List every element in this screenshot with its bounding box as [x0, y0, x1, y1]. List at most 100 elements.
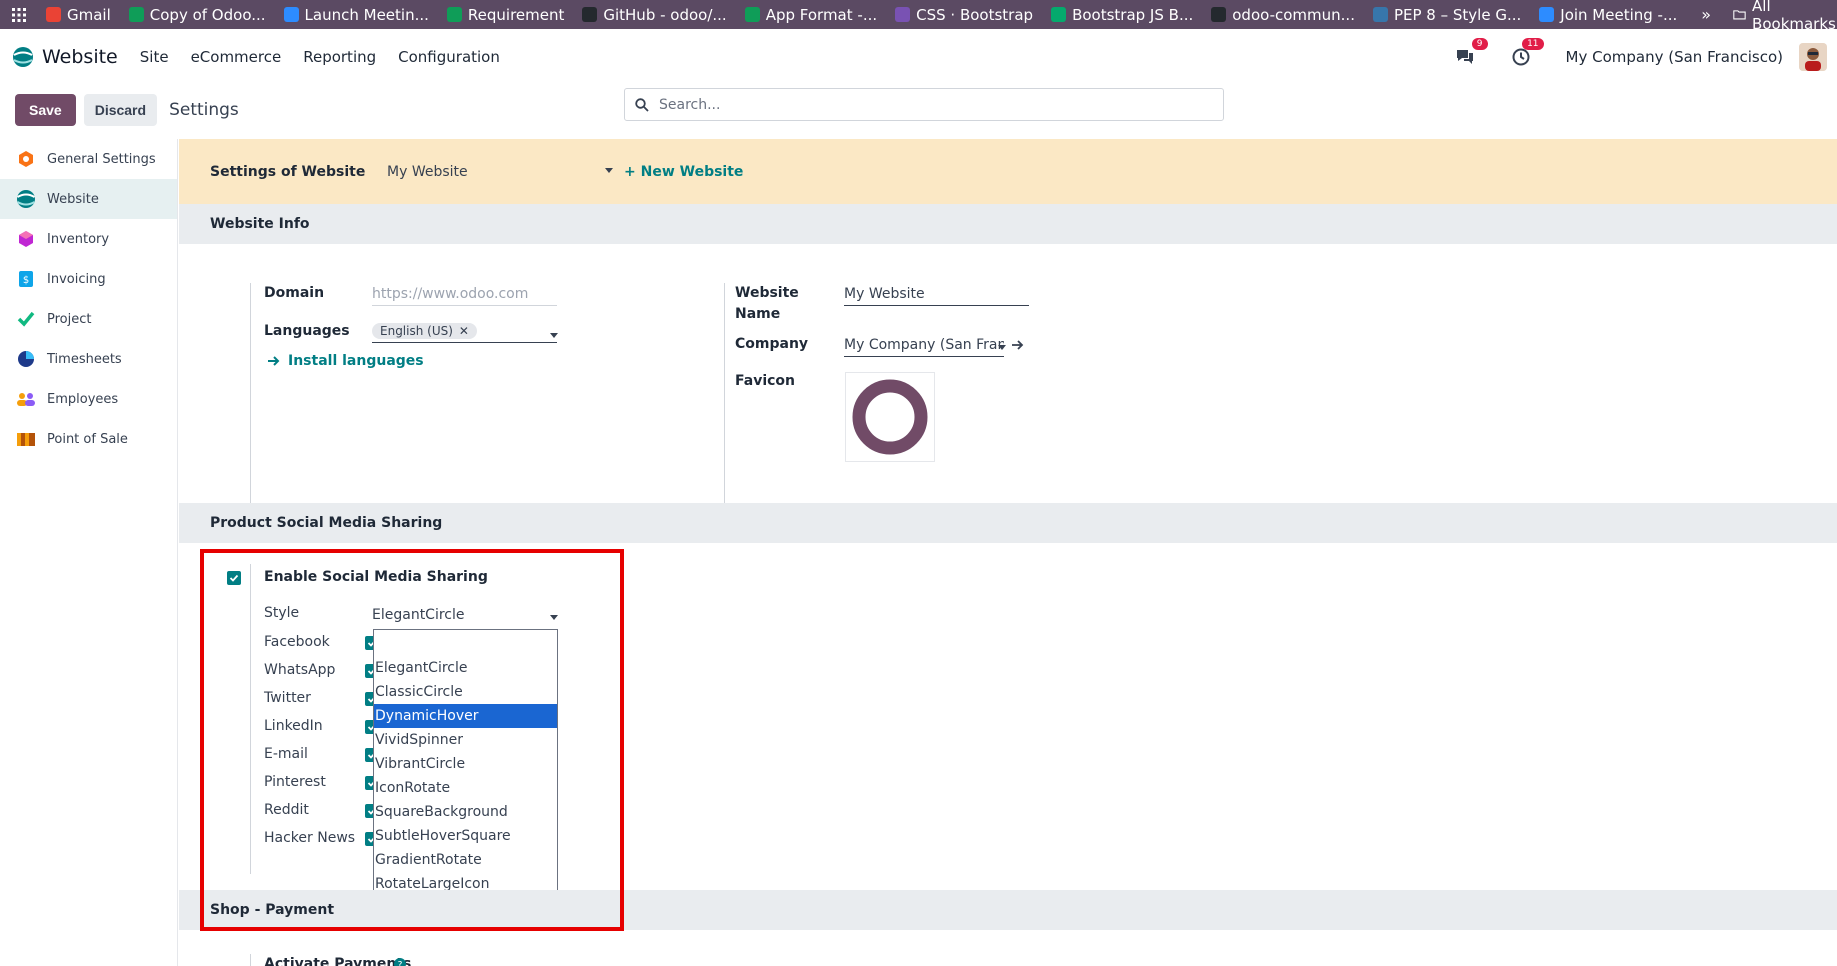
languages-label: Languages: [264, 323, 350, 339]
style-select[interactable]: ElegantCircle: [372, 603, 557, 627]
sidebar-item-employees[interactable]: Employees: [0, 379, 177, 419]
sheets-icon: [128, 7, 144, 22]
bookmark-label: CSS · Bootstrap: [916, 5, 1034, 24]
settings-sidebar: General Settings Website Inventory $ Invoici…: [0, 139, 178, 966]
style-option[interactable]: ElegantCircle: [374, 656, 557, 680]
w3-icon: [1051, 7, 1067, 22]
bookmark-label: Bootstrap JS B...: [1072, 5, 1194, 24]
apps-grid-icon[interactable]: [12, 0, 26, 29]
pos-icon: [15, 428, 37, 450]
more-bookmarks-chevron[interactable]: »: [1701, 5, 1711, 24]
bookmark-item[interactable]: Copy of Odoo...: [128, 6, 266, 24]
github-icon: [1211, 7, 1227, 22]
languages-field[interactable]: English (US) ✕: [372, 319, 557, 343]
style-option[interactable]: GradientRotate: [374, 848, 557, 872]
sidebar-item-inventory[interactable]: Inventory: [0, 219, 177, 259]
remove-tag-icon[interactable]: ✕: [459, 324, 469, 338]
company-field[interactable]: My Company (San Franc: [844, 333, 1004, 357]
menu-reporting[interactable]: Reporting: [303, 48, 376, 66]
all-bookmarks-button[interactable]: All Bookmarks: [1733, 0, 1837, 33]
style-option[interactable]: VibrantCircle: [374, 752, 557, 776]
network-label: Reddit: [264, 802, 309, 818]
shop-payment-header: Shop - Payment: [179, 890, 1837, 930]
company-external-link-icon[interactable]: [1011, 339, 1024, 351]
activities-button[interactable]: 11: [1510, 37, 1544, 68]
bookmark-label: Gmail: [67, 5, 111, 24]
enable-social-checkbox[interactable]: [227, 571, 241, 585]
menu-site[interactable]: Site: [140, 48, 169, 66]
clock-icon: [1512, 48, 1530, 65]
bookmark-item[interactable]: Gmail: [46, 6, 111, 24]
style-option[interactable]: VividSpinner: [374, 728, 557, 752]
website-name-field[interactable]: My Website: [844, 282, 1029, 306]
network-label: E-mail: [264, 746, 308, 762]
new-website-button[interactable]: + New Website: [624, 164, 743, 180]
zoom-icon: [1539, 7, 1555, 22]
style-option-empty[interactable]: [374, 630, 557, 656]
bookmark-item[interactable]: Launch Meetin...: [283, 6, 429, 24]
company-switcher[interactable]: My Company (San Francisco): [1566, 48, 1783, 66]
style-option[interactable]: IconRotate: [374, 776, 557, 800]
website-selector-caret-icon[interactable]: [605, 168, 613, 173]
sidebar-item-general-settings[interactable]: General Settings: [0, 139, 177, 179]
inventory-icon: [15, 228, 37, 250]
menu-ecommerce[interactable]: eCommerce: [191, 48, 282, 66]
style-dropdown-list[interactable]: ElegantCircle ClassicCircle DynamicHover Vi…: [373, 629, 558, 918]
bookmark-item[interactable]: Requirement: [446, 5, 565, 24]
bookmark-item[interactable]: odoo-commun...: [1211, 6, 1355, 24]
style-option[interactable]: ClassicCircle: [374, 680, 557, 704]
sidebar-item-timesheets[interactable]: Timesheets: [0, 339, 177, 379]
sheets-icon: [446, 7, 462, 22]
search-input[interactable]: Search...: [624, 88, 1224, 121]
favicon-image[interactable]: [845, 372, 935, 462]
company-caret-icon[interactable]: [998, 345, 1006, 350]
bookmark-label: App Format -...: [765, 5, 878, 24]
gmail-icon: [46, 7, 61, 22]
help-icon[interactable]: ?: [394, 958, 406, 966]
network-label: LinkedIn: [264, 718, 323, 734]
right-column-divider: [724, 283, 725, 515]
sidebar-item-label: Point of Sale: [47, 431, 128, 447]
bookmark-label: Requirement: [467, 5, 565, 24]
website-selector[interactable]: My Website: [387, 164, 468, 180]
languages-caret-icon[interactable]: [550, 333, 558, 338]
user-avatar[interactable]: [1799, 42, 1827, 71]
sidebar-item-invoicing[interactable]: $ Invoicing: [0, 259, 177, 299]
bookmark-item[interactable]: Bootstrap JS B...: [1051, 6, 1193, 24]
sheets-icon: [744, 7, 760, 22]
sidebar-item-label: Inventory: [47, 231, 110, 247]
social-sharing-header: Product Social Media Sharing: [179, 503, 1837, 543]
style-select-caret-icon[interactable]: [550, 615, 558, 620]
domain-field[interactable]: https://www.odoo.com: [372, 282, 557, 306]
breadcrumb-title: Settings: [169, 100, 239, 120]
payment-divider: [250, 954, 251, 966]
bookmark-label: odoo-commun...: [1232, 5, 1355, 24]
style-option[interactable]: SubtleHoverSquare: [374, 824, 557, 848]
save-button[interactable]: Save: [15, 94, 76, 126]
messaging-button[interactable]: 9: [1454, 37, 1488, 68]
domain-label: Domain: [264, 285, 325, 301]
sidebar-item-label: Employees: [47, 391, 119, 407]
social-divider: [250, 564, 251, 874]
bookmark-item[interactable]: CSS · Bootstrap: [895, 6, 1033, 24]
enable-social-label: Enable Social Media Sharing: [264, 569, 488, 585]
domain-placeholder: https://www.odoo.com: [372, 285, 529, 302]
discard-button[interactable]: Discard: [83, 94, 158, 126]
bookmark-item[interactable]: PEP 8 – Style G...: [1372, 6, 1521, 24]
navbar-systray: 9 11 My Company (San Francisco): [1454, 37, 1827, 71]
bookmark-item[interactable]: GitHub - odoo/...: [582, 5, 727, 24]
app-brand[interactable]: Website: [12, 46, 118, 68]
sidebar-item-project[interactable]: Project: [0, 299, 177, 339]
menu-configuration[interactable]: Configuration: [398, 48, 500, 66]
bookmark-label: GitHub - odoo/...: [603, 5, 727, 24]
style-option[interactable]: SquareBackground: [374, 800, 557, 824]
install-languages-link[interactable]: Install languages: [267, 353, 424, 369]
bookmark-item[interactable]: Join Meeting -...: [1539, 6, 1677, 24]
bookmark-label: Join Meeting -...: [1560, 5, 1678, 24]
bookmark-item[interactable]: App Format -...: [744, 5, 878, 24]
sidebar-item-point-of-sale[interactable]: Point of Sale: [0, 419, 177, 459]
sidebar-item-label: General Settings: [47, 151, 156, 167]
user-avatar-icon: [1799, 42, 1827, 71]
style-option[interactable]: DynamicHover: [374, 704, 557, 728]
sidebar-item-website[interactable]: Website: [0, 179, 177, 219]
